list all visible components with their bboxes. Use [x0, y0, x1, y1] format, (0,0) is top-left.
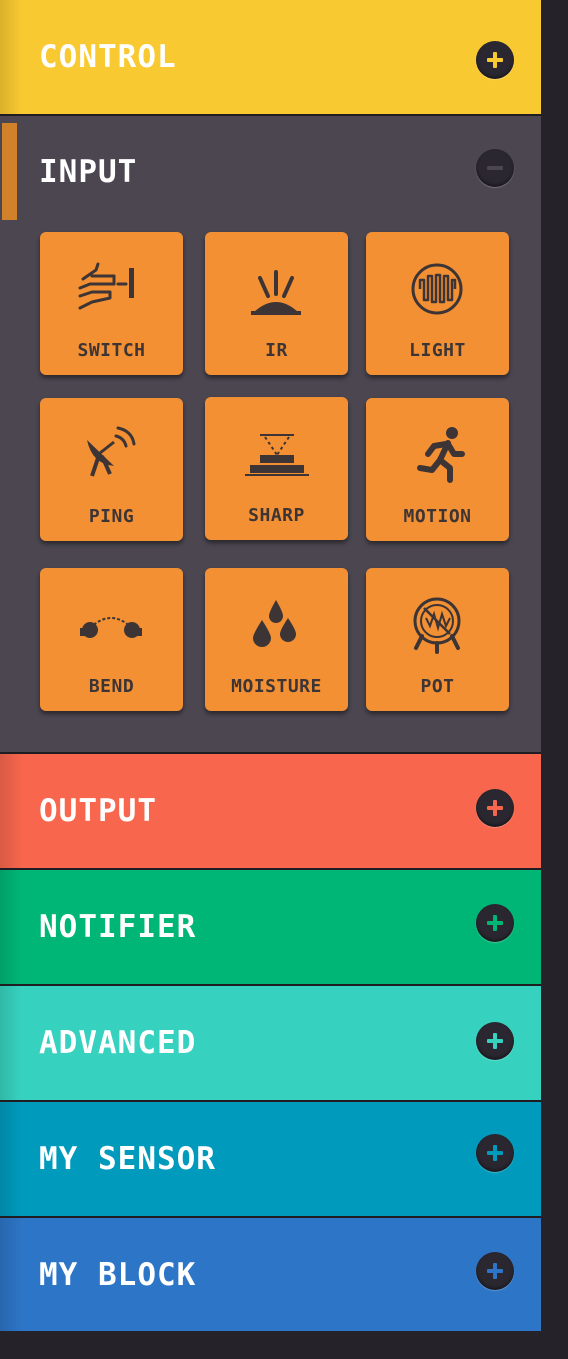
sharp-sensor-icon — [245, 434, 309, 476]
block-tile-light[interactable]: LIGHT — [366, 232, 509, 375]
bend-sensor-icon — [80, 617, 142, 638]
block-label: IR — [265, 340, 288, 361]
block-label: POT — [420, 676, 455, 697]
block-label: LIGHT — [409, 340, 466, 361]
block-label: MOISTURE — [231, 676, 322, 697]
category-control[interactable]: CONTROL — [0, 0, 541, 114]
category-title: INPUT — [39, 154, 138, 190]
expand-plus-icon[interactable] — [476, 904, 514, 942]
category-my-sensor[interactable]: MY SENSOR — [0, 1102, 541, 1216]
block-tile-switch[interactable]: SWITCH — [40, 232, 183, 375]
category-edge-shade — [0, 1102, 22, 1216]
category-title: CONTROL — [39, 39, 177, 75]
block-label: MOTION — [403, 506, 472, 527]
category-my-block[interactable]: MY BLOCK — [0, 1218, 541, 1331]
block-tile-pot[interactable]: POT — [366, 568, 509, 711]
block-tile-moisture[interactable]: MOISTURE — [205, 568, 348, 711]
block-label: SWITCH — [77, 340, 146, 361]
category-title: MY SENSOR — [39, 1141, 216, 1177]
switch-hand-icon — [78, 262, 134, 310]
expand-plus-icon[interactable] — [476, 1134, 514, 1172]
light-sensor-icon — [411, 263, 463, 315]
category-advanced[interactable]: ADVANCED — [0, 986, 541, 1100]
block-tile-motion[interactable]: MOTION — [366, 398, 509, 541]
category-output[interactable]: OUTPUT — [0, 754, 541, 868]
running-person-icon — [417, 427, 465, 483]
category-title: OUTPUT — [39, 793, 157, 829]
block-tile-sharp[interactable]: SHARP — [205, 397, 348, 540]
block-tile-ping[interactable]: PING — [40, 398, 183, 541]
category-notifier[interactable]: NOTIFIER — [0, 870, 541, 984]
block-label: SHARP — [248, 505, 305, 526]
category-edge-shade — [0, 1218, 22, 1331]
category-edge-shade — [0, 986, 22, 1100]
category-edge-shade — [0, 870, 22, 984]
ir-sensor-icon — [251, 270, 301, 315]
expand-plus-icon[interactable] — [476, 1022, 514, 1060]
category-title: NOTIFIER — [39, 909, 197, 945]
block-palette: CONTROL INPUT SWITCH IR LIGHT PING SHARP… — [0, 0, 541, 1331]
category-edge-shade — [0, 0, 22, 114]
block-label: PING — [88, 506, 135, 527]
category-edge-shade — [0, 754, 22, 868]
expand-plus-icon[interactable] — [476, 1252, 514, 1290]
block-label: BEND — [88, 676, 135, 697]
expand-plus-icon[interactable] — [476, 789, 514, 827]
satellite-dish-icon — [87, 426, 136, 477]
category-title: MY BLOCK — [39, 1256, 197, 1293]
active-category-marker — [2, 123, 17, 220]
block-tile-ir[interactable]: IR — [205, 232, 348, 375]
collapse-minus-icon[interactable] — [476, 149, 514, 187]
expand-plus-icon[interactable] — [476, 41, 514, 79]
category-title: ADVANCED — [39, 1025, 197, 1061]
block-tile-bend[interactable]: BEND — [40, 568, 183, 711]
potentiometer-icon — [413, 597, 461, 654]
water-drops-icon — [253, 600, 296, 647]
